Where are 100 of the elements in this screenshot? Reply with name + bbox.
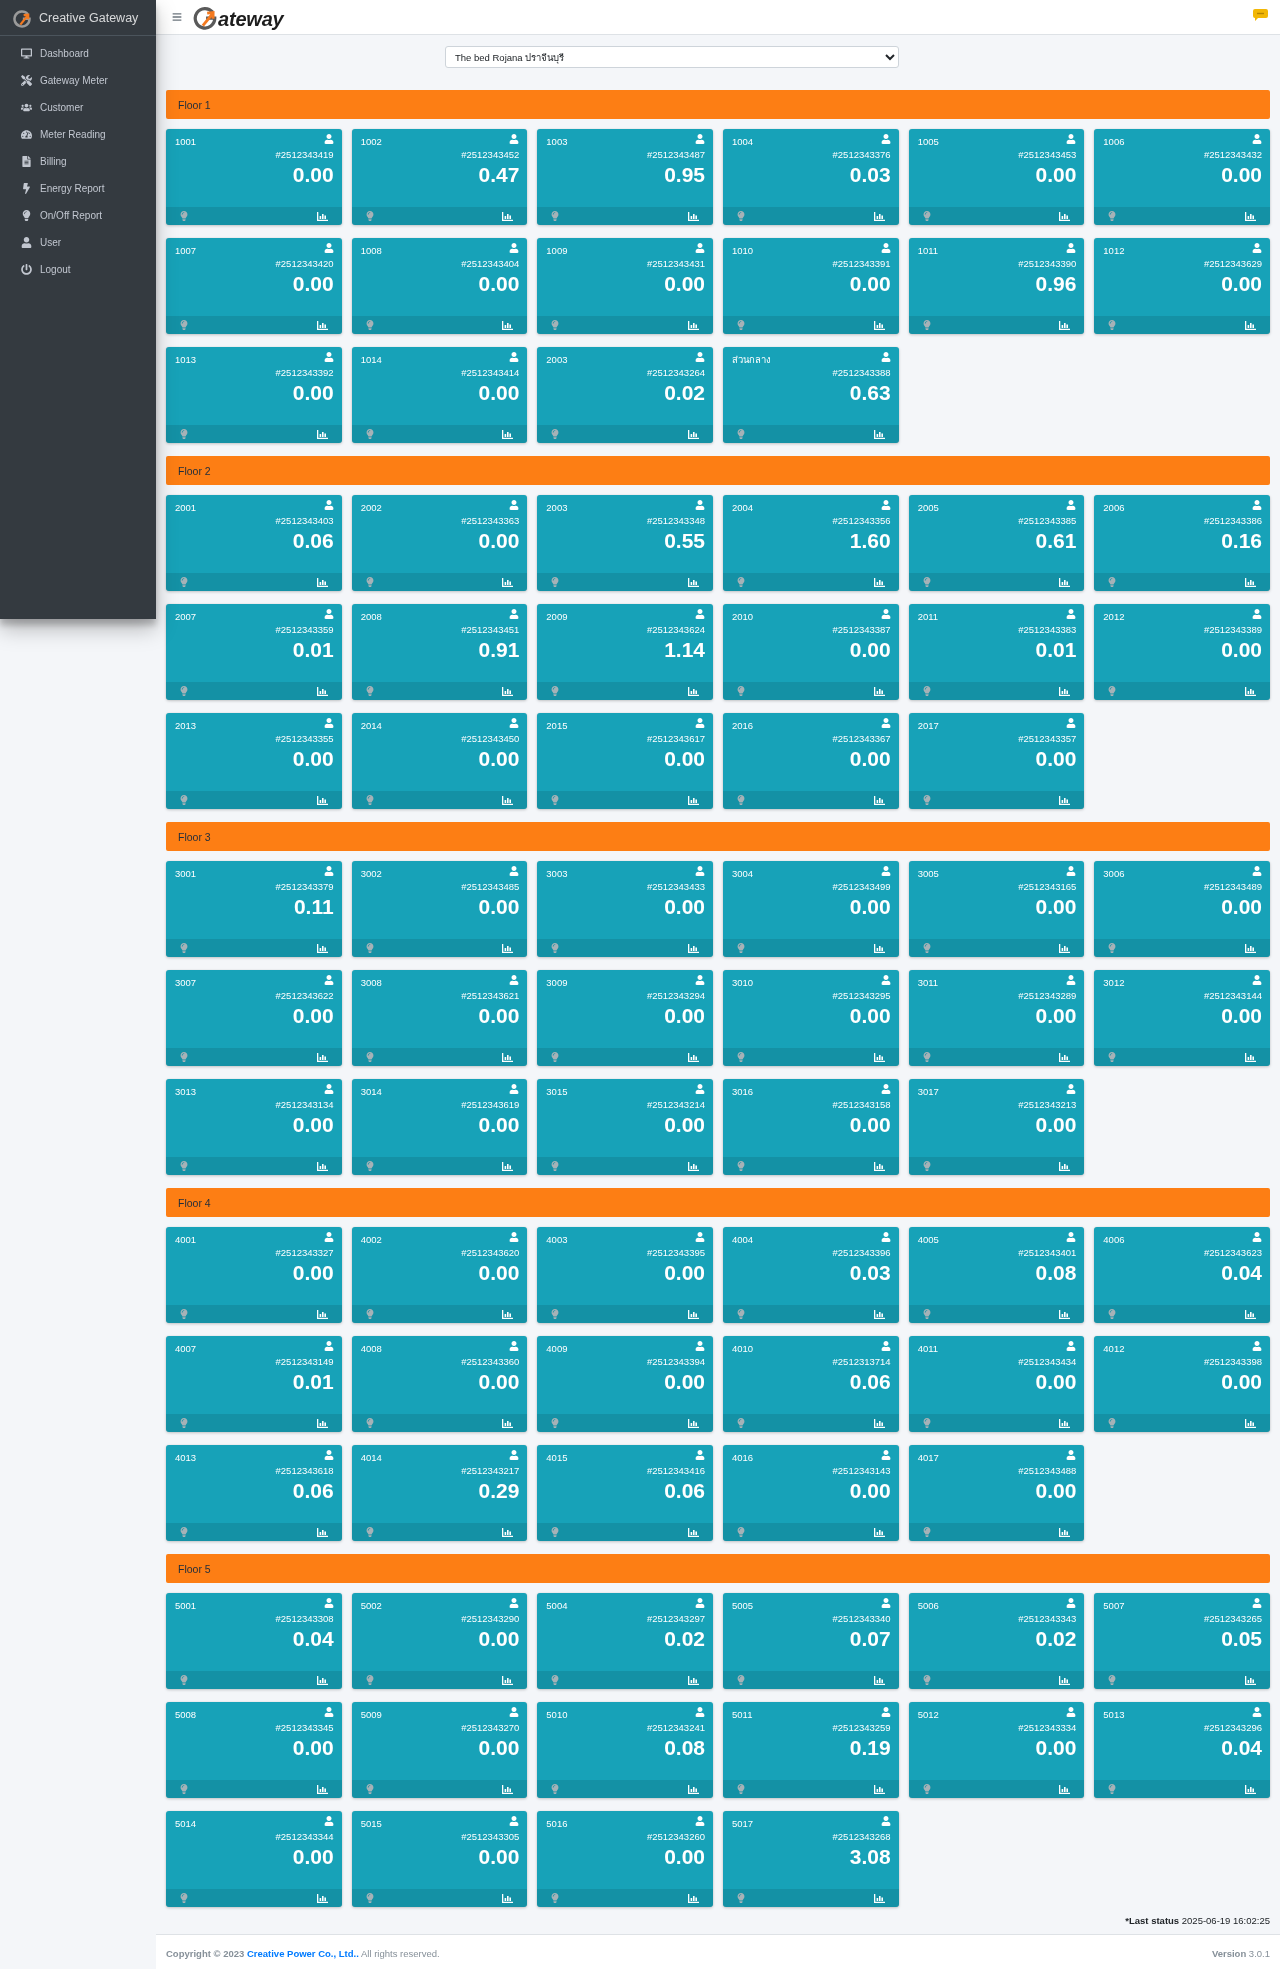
chart-button[interactable] [688, 686, 699, 696]
chart-button[interactable] [1245, 1418, 1256, 1428]
chart-button[interactable] [502, 1052, 514, 1062]
chart-button[interactable] [688, 211, 699, 221]
chart-button[interactable] [502, 1527, 514, 1537]
chart-button[interactable] [1059, 943, 1071, 953]
sidebar-item[interactable]: Gateway Meter [4, 67, 152, 94]
chart-button[interactable] [688, 1052, 699, 1062]
user-icon[interactable] [323, 1084, 334, 1094]
sidebar-item[interactable]: Energy Report [4, 175, 152, 202]
user-icon[interactable] [509, 1707, 520, 1717]
user-icon[interactable] [695, 500, 705, 510]
sidebar-item[interactable]: On/Off Report [4, 202, 152, 229]
user-icon[interactable] [880, 500, 891, 510]
sidebar-item[interactable]: Billing [4, 148, 152, 175]
chart-button[interactable] [502, 429, 514, 439]
chart-button[interactable] [316, 320, 328, 330]
chart-button[interactable] [1245, 1784, 1256, 1794]
user-icon[interactable] [1066, 1341, 1077, 1351]
chart-button[interactable] [1245, 320, 1256, 330]
user-icon[interactable] [1252, 1232, 1262, 1242]
chart-button[interactable] [316, 795, 328, 805]
user-icon[interactable] [880, 1450, 891, 1460]
chart-button[interactable] [1059, 211, 1071, 221]
user-icon[interactable] [1252, 500, 1262, 510]
chart-button[interactable] [316, 1309, 328, 1319]
chart-button[interactable] [873, 943, 885, 953]
chart-button[interactable] [873, 577, 885, 587]
user-icon[interactable] [323, 1341, 334, 1351]
chart-button[interactable] [502, 686, 514, 696]
sidebar-item[interactable]: User [4, 229, 152, 256]
user-icon[interactable] [323, 718, 334, 728]
chart-button[interactable] [1059, 795, 1071, 805]
chart-button[interactable] [873, 429, 885, 439]
user-icon[interactable] [880, 609, 891, 619]
chart-button[interactable] [688, 1309, 699, 1319]
user-icon[interactable] [880, 1084, 891, 1094]
user-icon[interactable] [880, 1816, 891, 1826]
chart-button[interactable] [1059, 1527, 1071, 1537]
chart-button[interactable] [873, 1675, 885, 1685]
chart-button[interactable] [688, 943, 699, 953]
user-icon[interactable] [695, 1232, 705, 1242]
message-icon[interactable] [1253, 9, 1268, 21]
user-icon[interactable] [1066, 1232, 1077, 1242]
chart-button[interactable] [316, 943, 328, 953]
chart-button[interactable] [316, 211, 328, 221]
user-icon[interactable] [1252, 1707, 1262, 1717]
chart-button[interactable] [688, 1527, 699, 1537]
chart-button[interactable] [502, 1784, 514, 1794]
company-link[interactable]: Creative Power Co., Ltd.. [246, 1947, 359, 1959]
user-icon[interactable] [695, 1450, 705, 1460]
menu-button[interactable] [172, 12, 182, 22]
chart-button[interactable] [502, 1309, 514, 1319]
user-icon[interactable] [509, 1232, 520, 1242]
user-icon[interactable] [880, 718, 891, 728]
chart-button[interactable] [688, 1784, 699, 1794]
user-icon[interactable] [880, 975, 891, 985]
sidebar-item[interactable]: Dashboard [4, 40, 152, 67]
user-icon[interactable] [323, 1707, 334, 1717]
chart-button[interactable] [1245, 1309, 1256, 1319]
chart-button[interactable] [1059, 1418, 1071, 1428]
user-icon[interactable] [1066, 975, 1077, 985]
user-icon[interactable] [323, 1232, 334, 1242]
sidebar-item[interactable]: Meter Reading [4, 121, 152, 148]
user-icon[interactable] [695, 866, 705, 876]
user-icon[interactable] [509, 975, 520, 985]
chart-button[interactable] [502, 1675, 514, 1685]
chart-button[interactable] [1059, 577, 1071, 587]
chart-button[interactable] [873, 211, 885, 221]
chart-button[interactable] [1059, 1675, 1071, 1685]
user-icon[interactable] [323, 500, 334, 510]
chart-button[interactable] [873, 1052, 885, 1062]
chart-button[interactable] [1059, 1784, 1071, 1794]
sidebar-item[interactable]: Logout [4, 256, 152, 283]
user-icon[interactable] [695, 134, 705, 144]
user-icon[interactable] [695, 243, 705, 253]
chart-button[interactable] [688, 795, 699, 805]
chart-button[interactable] [1059, 1309, 1071, 1319]
user-icon[interactable] [1066, 1084, 1077, 1094]
user-icon[interactable] [880, 1341, 891, 1351]
chart-button[interactable] [316, 1418, 328, 1428]
chart-button[interactable] [1245, 1052, 1256, 1062]
user-icon[interactable] [1066, 1598, 1077, 1608]
user-icon[interactable] [1066, 243, 1077, 253]
user-icon[interactable] [509, 1598, 520, 1608]
user-icon[interactable] [509, 134, 520, 144]
chart-button[interactable] [873, 686, 885, 696]
user-icon[interactable] [509, 1341, 520, 1351]
user-icon[interactable] [880, 866, 891, 876]
chart-button[interactable] [1059, 1161, 1071, 1171]
user-icon[interactable] [695, 609, 705, 619]
user-icon[interactable] [323, 352, 334, 362]
user-icon[interactable] [695, 352, 705, 362]
user-icon[interactable] [1066, 1450, 1077, 1460]
chart-button[interactable] [873, 1527, 885, 1537]
user-icon[interactable] [1066, 500, 1077, 510]
chart-button[interactable] [1245, 686, 1256, 696]
user-icon[interactable] [880, 1707, 891, 1717]
user-icon[interactable] [695, 1084, 705, 1094]
chart-button[interactable] [316, 1527, 328, 1537]
